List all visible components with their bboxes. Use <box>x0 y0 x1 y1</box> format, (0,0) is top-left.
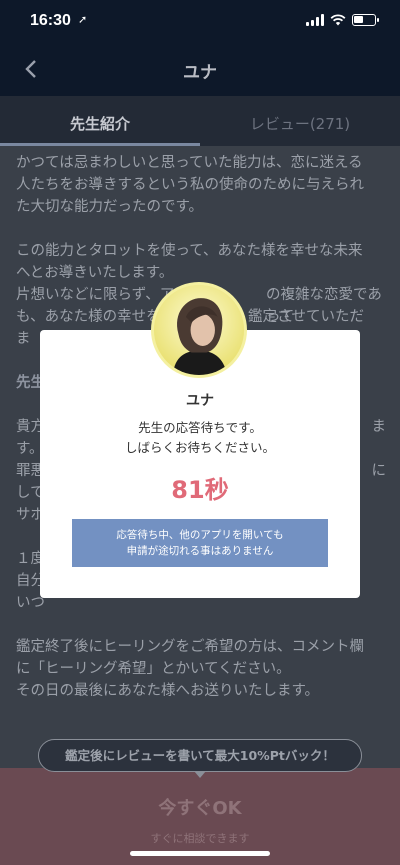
avatar <box>151 282 247 378</box>
countdown-timer: 81秒 <box>171 476 229 504</box>
waiting-message-line: 先生の応答待ちです。 <box>138 420 262 435</box>
home-indicator <box>130 851 270 856</box>
waiting-message-line: しばらくお待ちください。 <box>124 440 275 455</box>
waiting-note-line: 申請が途切れる事はありません <box>126 545 274 557</box>
waiting-note: 応答待ち中、他のアプリを開いても 申請が途切れる事はありません <box>72 519 328 567</box>
waiting-message: 先生の応答待ちです。 しばらくお待ちください。 <box>40 418 360 458</box>
avatar-photo <box>154 285 244 375</box>
waiting-note-line: 応答待ち中、他のアプリを開いても <box>116 529 284 541</box>
teacher-name: ユナ <box>186 393 214 409</box>
